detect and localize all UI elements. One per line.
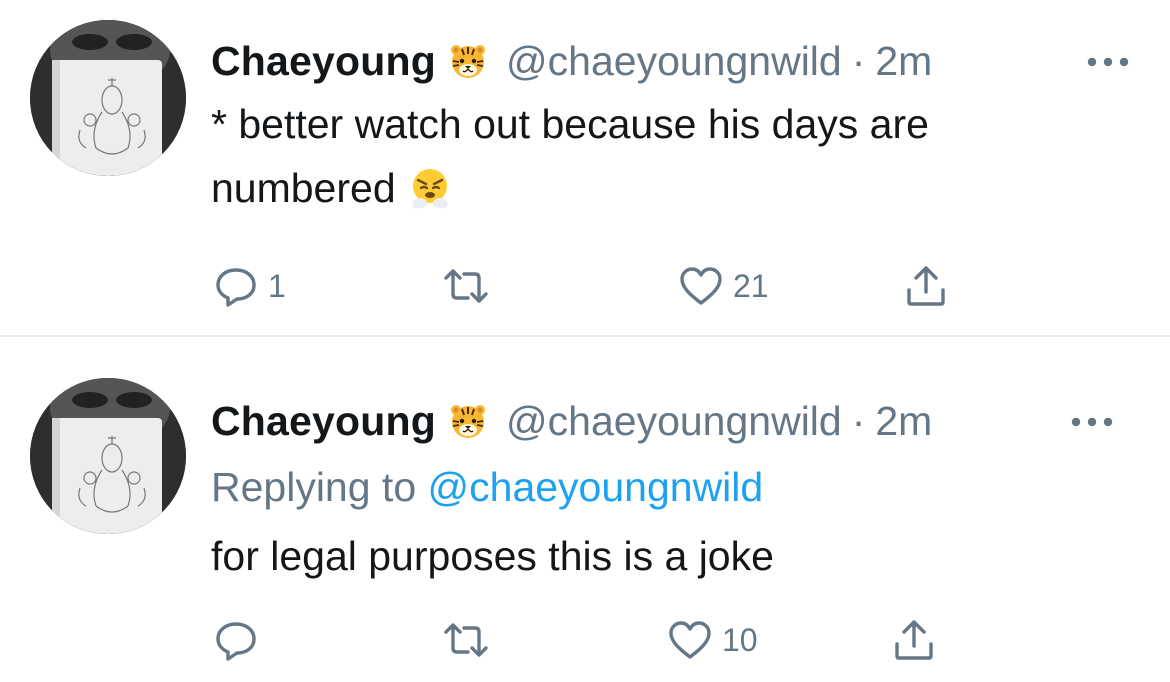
tweet-header: Chaeyoung @chaeyoungnwild · 2m [211, 36, 932, 86]
timestamp[interactable]: 2m [875, 398, 932, 444]
more-options-icon[interactable] [1070, 416, 1114, 428]
tweet-actions: 10 [0, 610, 1170, 670]
share-button[interactable] [890, 610, 938, 670]
retweet-icon [444, 623, 488, 657]
reply-icon [216, 268, 256, 307]
replying-to: Replying to @chaeyoungnwild [211, 462, 763, 512]
retweet-button[interactable] [442, 610, 498, 670]
tweet-divider [0, 335, 1170, 337]
retweet-button[interactable] [442, 256, 498, 316]
reply-count: 1 [268, 267, 286, 304]
like-button[interactable]: 10 [666, 610, 758, 670]
share-button[interactable] [902, 256, 950, 316]
reply-button[interactable]: 1 [212, 256, 286, 316]
heart-icon [669, 621, 711, 659]
display-name[interactable]: Chaeyoung [211, 38, 436, 84]
reply-button[interactable] [212, 610, 268, 670]
display-name[interactable]: Chaeyoung [211, 398, 436, 444]
tweet[interactable]: Chaeyoung @chaeyoungnwild · 2m Replying to… [0, 338, 1170, 682]
replying-to-handle-link[interactable]: @chaeyoungnwild [428, 464, 764, 510]
tweet-header: Chaeyoung @chaeyoungnwild · 2m [211, 396, 932, 446]
heart-icon [680, 267, 722, 305]
reply-icon [216, 622, 256, 661]
like-button[interactable]: 21 [677, 256, 769, 316]
replying-to-label: Replying to [211, 464, 417, 510]
tiger-face-emoji-icon [451, 405, 486, 438]
tiger-face-emoji-icon [451, 45, 486, 78]
avatar[interactable] [30, 378, 186, 534]
user-handle[interactable]: @chaeyoungnwild [506, 398, 842, 444]
more-options-icon[interactable] [1086, 56, 1130, 68]
like-count: 10 [722, 621, 758, 658]
timestamp[interactable]: 2m [875, 38, 932, 84]
share-icon [895, 620, 933, 660]
tweet-body: * better watch out because his days are … [211, 101, 929, 211]
user-handle[interactable]: @chaeyoungnwild [506, 38, 842, 84]
avatar-image [30, 20, 186, 176]
share-icon [907, 266, 945, 306]
tweet-text: * better watch out because his days are … [211, 92, 1111, 220]
retweet-icon [444, 269, 488, 303]
tweet[interactable]: Chaeyoung @chaeyoungnwild · 2m * better wa… [0, 0, 1170, 336]
avatar[interactable] [30, 20, 186, 176]
avatar-image [30, 378, 186, 534]
tweet-body: for legal purposes this is a joke [211, 533, 774, 579]
tweet-actions: 1 21 [0, 256, 1170, 316]
tweet-text: for legal purposes this is a joke [211, 524, 1111, 588]
like-count: 21 [733, 267, 769, 304]
separator-dot: · [851, 398, 866, 444]
separator-dot: · [851, 38, 866, 84]
face-with-steam-from-nose-emoji-icon [412, 169, 448, 209]
